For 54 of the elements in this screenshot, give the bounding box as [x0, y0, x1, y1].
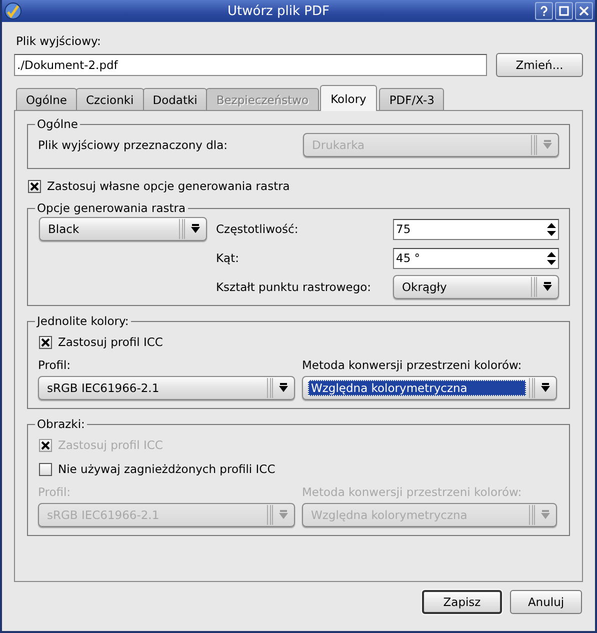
save-button[interactable]: Zapisz [422, 590, 502, 614]
spin-box[interactable]: 45 ° [393, 248, 559, 268]
close-icon [579, 6, 589, 16]
group-title: Ogólne [36, 117, 79, 131]
maximize-button[interactable] [555, 2, 573, 20]
checkbox[interactable] [39, 336, 52, 348]
dropdown-arrow-icon [541, 383, 550, 393]
cancel-button[interactable]: Anuluj [510, 590, 582, 614]
combo-box[interactable]: sRGB IEC61966-2.1 [38, 376, 295, 400]
help-icon [539, 6, 549, 16]
dropdown-arrow-icon [543, 140, 552, 150]
check-mark-icon [41, 440, 50, 450]
field-label: Metoda konwersji przestrzeni kolorów: [302, 485, 523, 499]
tab[interactable]: Dodatki [142, 88, 208, 111]
combo-box[interactable]: Okrągły [393, 275, 559, 299]
group-title: Opcje generowania rastra [36, 201, 187, 215]
close-button[interactable] [575, 2, 593, 20]
checkbox-label: Zastosuj własne opcje generowania rastra [47, 179, 290, 193]
check-mark-icon [41, 338, 50, 346]
tab[interactable]: Czcionki [76, 88, 144, 111]
dropdown-arrow-icon [541, 510, 550, 520]
group-title: Obrazki: [36, 417, 86, 431]
field-label: Plik wyjściowy: [16, 34, 102, 48]
help-button[interactable] [535, 2, 553, 20]
spin-arrows-icon [547, 222, 556, 236]
file-path-field[interactable]: ./Dokument-2.pdf [14, 54, 487, 76]
checkbox-label: Nie używaj zagnieżdżonych profili ICC [58, 462, 276, 476]
combo-box[interactable]: Względna kolorymetryczna [302, 376, 557, 400]
spin-arrows-icon [547, 252, 556, 264]
field-label: Metoda konwersji przestrzeni kolorów: [302, 358, 523, 372]
tab[interactable]: Kolory [320, 85, 378, 111]
change-button[interactable]: Zmień... [496, 53, 583, 77]
tab[interactable]: PDF/X-3 [379, 88, 444, 111]
field-label: Kształt punktu rastrowego: [216, 280, 372, 294]
dropdown-arrow-icon [543, 282, 552, 292]
field-label: Profil: [38, 485, 72, 499]
field-label: Kąt: [216, 251, 239, 265]
group-title: Jednolite kolory: [35, 314, 130, 328]
field-label: Częstotliwość: [216, 222, 298, 236]
tab[interactable]: Ogólne [16, 88, 77, 111]
combo-box[interactable]: Black [39, 217, 207, 241]
maximize-icon [559, 6, 569, 16]
app-logo-icon [4, 2, 22, 20]
field-label: Profil: [38, 358, 72, 372]
window-title: Utwórz plik PDF [226, 4, 330, 18]
spin-box[interactable]: 75 [393, 218, 559, 240]
checkbox[interactable] [28, 180, 41, 192]
check-mark-icon [30, 182, 39, 190]
dropdown-arrow-icon [279, 510, 288, 520]
dropdown-arrow-icon [191, 224, 200, 234]
checkbox-label: Zastosuj profil ICC [58, 335, 163, 349]
dropdown-arrow-icon [279, 383, 288, 393]
checkbox-label: Zastosuj profil ICC [58, 438, 163, 452]
field-label: Plik wyjściowy przeznaczony dla: [38, 138, 228, 152]
